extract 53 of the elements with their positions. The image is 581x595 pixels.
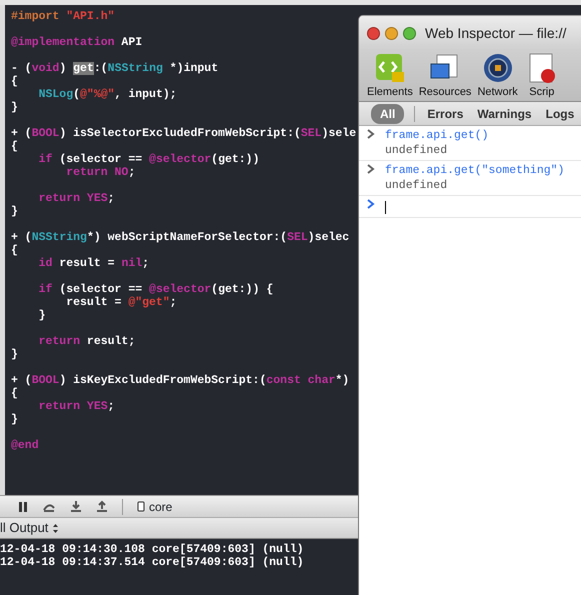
code-line: } [11, 205, 18, 218]
code-line: } [38, 309, 46, 322]
code-line: { [11, 244, 18, 257]
filter-tab[interactable]: Errors [425, 104, 466, 122]
code-line: + (BOOL) isSelectorExcludedFromWebScript:(SEL)sele [11, 127, 356, 140]
window-title: Web Inspector — file:// [425, 24, 566, 43]
code-line: + (NSString*) webScriptNameForSelector:(SEL)selec [11, 231, 350, 244]
code-line: return YES; [38, 400, 115, 413]
code-line: #import "API.h" [11, 10, 115, 23]
code-line: return YES; [38, 192, 115, 205]
console-command: frame.api.get() [385, 128, 490, 143]
zoom-button[interactable] [403, 26, 416, 40]
console-result: undefined [385, 143, 448, 158]
log-line: 12-04-18 09:14:37.514 core[57409:603] (null) [0, 556, 305, 569]
code-line: { [11, 75, 18, 88]
console-command: frame.api.get("something") [385, 163, 566, 178]
step-out-icon[interactable] [96, 500, 108, 513]
code-line: result = @"get"; [65, 296, 177, 309]
minimize-button[interactable] [385, 26, 398, 40]
code-line: @end [11, 439, 39, 452]
target-selector[interactable]: core [137, 498, 172, 516]
code-line: } [11, 413, 18, 426]
prompt-icon [367, 199, 375, 209]
code-line: } [11, 101, 18, 114]
filter-tab[interactable]: Warnings [475, 104, 534, 122]
toolbar-button[interactable]: Resources [418, 50, 472, 101]
code-line: - (void) get:(NSString *)input [11, 62, 218, 75]
code-line: return result; [38, 335, 136, 348]
device-icon [137, 501, 145, 512]
pause-icon[interactable] [18, 500, 28, 512]
chevron-icon [367, 164, 375, 174]
stepper-icon [52, 522, 60, 534]
code-line: + (BOOL) isKeyExcludedFromWebScript:(const char*) [11, 374, 350, 387]
console-result: undefined [385, 178, 448, 193]
code-line: { [11, 140, 18, 153]
code-line: { [11, 387, 18, 400]
step-into-icon[interactable] [70, 500, 82, 513]
code-line: id result = nil; [38, 257, 150, 270]
code-line: } [11, 348, 18, 361]
code-line: return NO; [65, 166, 136, 179]
code-line: if (selector == @selector(get:)) { [38, 283, 274, 296]
log-line: 12-04-18 09:14:30.108 core[57409:603] (null) [0, 543, 305, 556]
code-line: @implementation API [11, 36, 142, 49]
chevron-icon [367, 129, 375, 139]
toolbar-button[interactable]: Elements [367, 50, 413, 101]
code-line: NSLog(@"%@", input); [38, 88, 177, 101]
output-selector[interactable]: ll Output [0, 518, 60, 538]
filter-tab[interactable]: Logs [544, 104, 576, 122]
toolbar-button[interactable]: Network [477, 50, 518, 101]
code-line: if (selector == @selector(get:)) [38, 153, 260, 166]
filter-tab[interactable]: All [371, 104, 404, 124]
toolbar-button[interactable]: Scrip [524, 50, 560, 101]
close-button[interactable] [367, 26, 380, 40]
